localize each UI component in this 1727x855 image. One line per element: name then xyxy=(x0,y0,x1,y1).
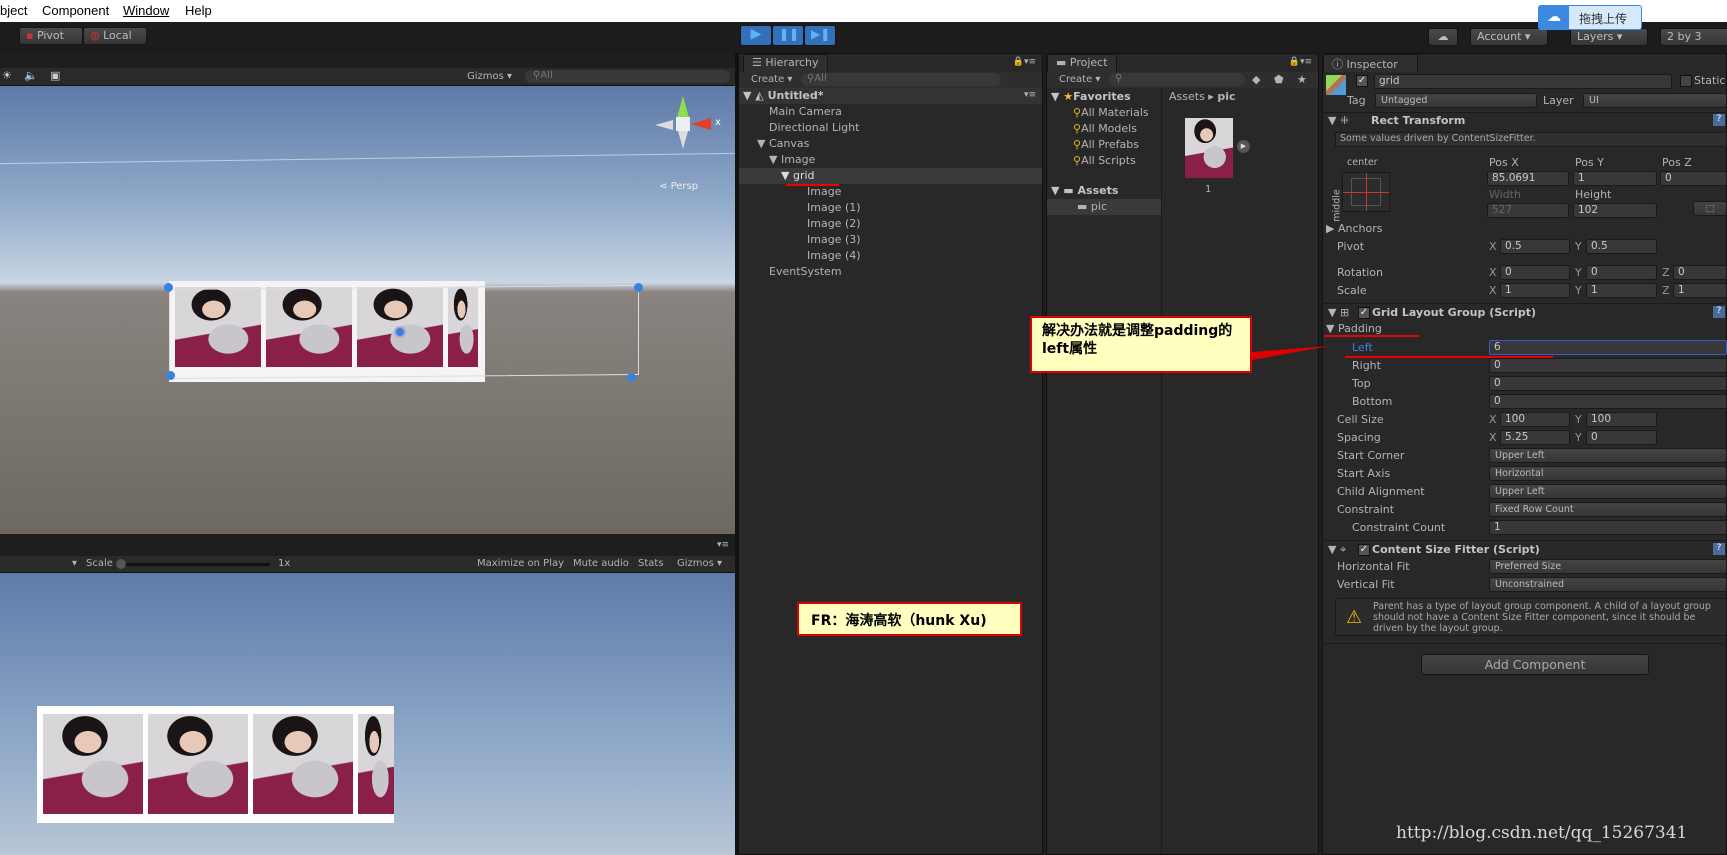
credit-note: FR：海涛高软（hunk Xu) xyxy=(797,602,1022,636)
annotation-arrow xyxy=(1252,346,1330,360)
callout-arrow xyxy=(1252,346,1330,360)
callout-note: 解决办法就是调整padding的left属性 xyxy=(1030,316,1252,373)
watermark: http://blog.csdn.net/qq_15267341 xyxy=(1396,823,1688,843)
